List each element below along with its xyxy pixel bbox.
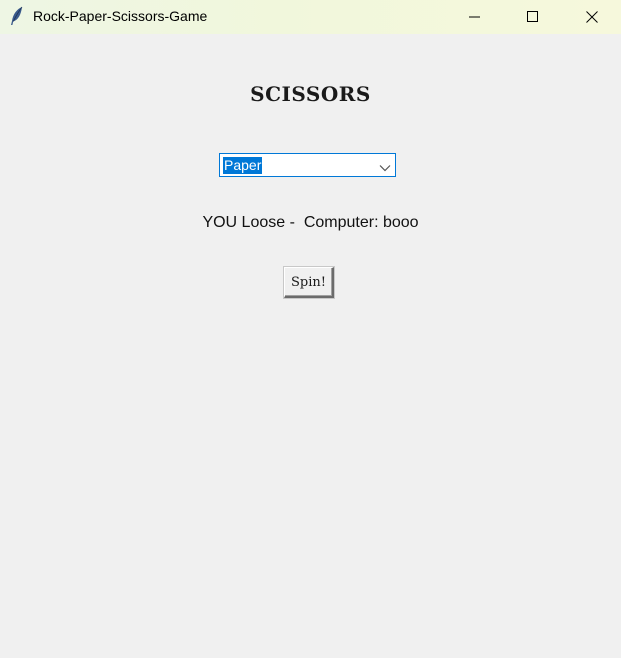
app-window: Rock-Paper-Scissors-Game SCISSORS Paper … — [0, 0, 621, 658]
close-icon — [586, 11, 598, 23]
choice-select-value[interactable]: Paper — [223, 157, 263, 174]
result-label: YOU Loose - Computer: booo — [202, 214, 419, 231]
minimize-button[interactable] — [452, 0, 498, 34]
choice-select[interactable]: Paper — [219, 153, 396, 177]
close-button[interactable] — [569, 0, 615, 34]
game-panel: SCISSORS Paper YOU Loose - Computer: boo… — [0, 34, 621, 658]
player-choice-heading: SCISSORS — [250, 82, 371, 106]
chevron-down-icon[interactable] — [379, 160, 391, 172]
maximize-icon — [527, 11, 539, 23]
window-title: Rock-Paper-Scissors-Game — [33, 8, 208, 24]
maximize-button[interactable] — [510, 0, 556, 34]
spin-button[interactable]: Spin! — [284, 267, 334, 298]
title-bar[interactable]: Rock-Paper-Scissors-Game — [0, 0, 621, 34]
feather-icon — [9, 6, 25, 26]
minimize-icon — [469, 11, 481, 23]
